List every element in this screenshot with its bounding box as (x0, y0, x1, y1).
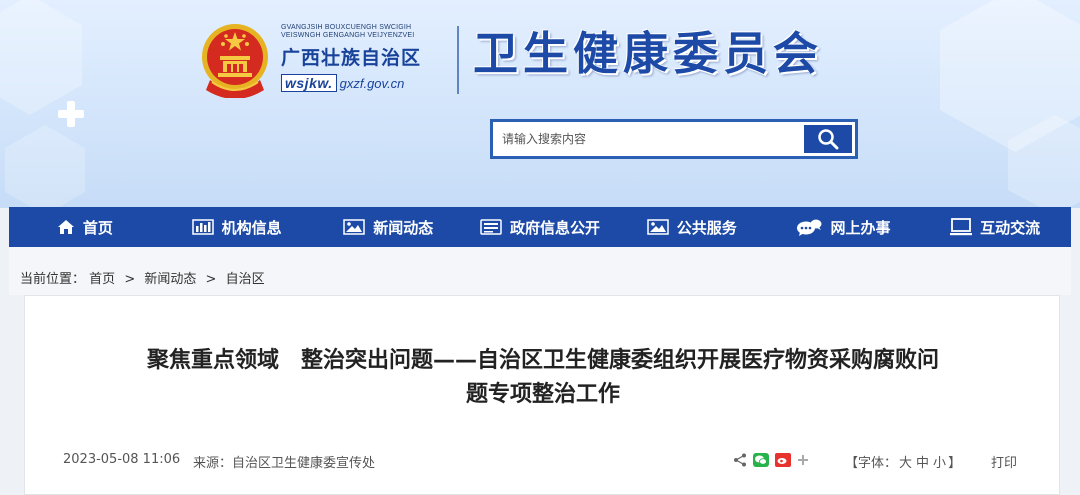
wechat-icon[interactable] (753, 453, 769, 467)
breadcrumb-home[interactable]: 首页 (89, 272, 115, 287)
nav-item-online-service[interactable]: 网上办事 (768, 207, 920, 247)
article-panel: 聚焦重点领域 整治突出问题——自治区卫生健康委组织开展医疗物资采购腐败问 题专项… (24, 295, 1060, 495)
article-meta: 2023-05-08 11:06 来源：自治区卫生健康委宣传处 【字体： 大 中… (63, 452, 1029, 471)
nav-item-label: 机构信息 (221, 218, 282, 237)
weibo-icon[interactable] (775, 453, 791, 467)
breadcrumb-separator: > (124, 272, 136, 287)
nav-item-label: 公共服务 (676, 218, 737, 237)
breadcrumb: 当前位置： 首页 > 新闻动态 > 自治区 (20, 268, 265, 287)
nav-item-interaction[interactable]: 互动交流 (919, 207, 1071, 247)
article-source: 来源：自治区卫生健康委宣传处 (193, 456, 376, 471)
font-size-prefix: 【字体： (845, 456, 898, 471)
monitor-icon (950, 218, 973, 236)
nav-item-label: 首页 (82, 218, 113, 237)
site-url-suffix: gxzf.gov.cn (339, 75, 405, 91)
article-date: 2023-05-08 11:06 (63, 452, 181, 467)
font-size-small[interactable]: 小 (933, 456, 946, 471)
image-icon (343, 219, 366, 235)
nav-item-label: 网上办事 (830, 218, 891, 237)
site-url-prefix: wsjkw. (281, 74, 337, 92)
search-box (490, 119, 858, 159)
home-icon (57, 220, 74, 234)
share-icon[interactable] (733, 453, 747, 467)
nav-item-label: 政府信息公开 (510, 218, 601, 237)
national-emblem-icon (202, 24, 268, 98)
font-size-large[interactable]: 大 (899, 456, 912, 471)
article-title: 聚焦重点领域 整治突出问题——自治区卫生健康委组织开展医疗物资采购腐败问 题专项… (25, 344, 1061, 412)
header-divider (457, 26, 459, 94)
nav-item-label: 互动交流 (980, 218, 1041, 237)
brand-title: 卫生健康委员会 (473, 27, 824, 80)
site-header: GVANGJSIH BOUXCUENGH SWCIGIH VEISWNGH GE… (0, 0, 1080, 208)
hexagon-decoration (1008, 115, 1080, 208)
image-icon (646, 219, 669, 235)
org-subtitle-line1: GVANGJSIH BOUXCUENGH SWCIGIH (281, 24, 412, 31)
article-title-line2: 题专项整治工作 (465, 382, 620, 407)
plus-decoration (58, 101, 84, 127)
breadcrumb-news[interactable]: 新闻动态 (144, 272, 196, 287)
print-button[interactable]: 打印 (991, 452, 1017, 471)
search-icon (818, 129, 839, 150)
nav-item-gov-info[interactable]: 政府信息公开 (464, 207, 616, 247)
plus-icon[interactable] (797, 454, 809, 466)
breadcrumb-prefix: 当前位置： (20, 272, 86, 287)
org-block: GVANGJSIH BOUXCUENGH SWCIGIH VEISWNGH GE… (281, 24, 451, 92)
bar-chart-icon (191, 219, 214, 235)
nav-item-institution[interactable]: 机构信息 (161, 207, 313, 247)
search-input[interactable] (493, 122, 804, 156)
org-name: 广西壮族自治区 (281, 47, 422, 69)
nav-item-home[interactable]: 首页 (9, 207, 161, 247)
org-subtitle-line2: VEISWNGH GENGANGH VEIJYENZVEI (281, 32, 415, 39)
breadcrumb-bar: 当前位置： 首页 > 新闻动态 > 自治区 (9, 247, 1071, 295)
breadcrumb-region[interactable]: 自治区 (226, 272, 265, 287)
share-bar (733, 453, 809, 467)
hexagon-decoration (5, 125, 85, 208)
font-size-medium[interactable]: 中 (916, 456, 929, 471)
site-url[interactable]: wsjkw. gxzf.gov.cn (281, 74, 451, 92)
document-icon (480, 219, 502, 235)
font-size-suffix: 】 (948, 456, 962, 471)
nav-item-label: 新闻动态 (373, 218, 434, 237)
chat-icon (797, 219, 822, 236)
search-button[interactable] (804, 125, 852, 153)
article-title-line1: 聚焦重点领域 整治突出问题——自治区卫生健康委组织开展医疗物资采购腐败问 (146, 348, 939, 373)
main-nav: 首页 机构信息 新闻动态 政府信息公开 公共服务 网上办事 互动交流 (9, 207, 1071, 247)
nav-item-public-service[interactable]: 公共服务 (616, 207, 768, 247)
breadcrumb-separator: > (205, 272, 217, 287)
nav-item-news[interactable]: 新闻动态 (312, 207, 464, 247)
font-size-control: 【字体：大中小】 (845, 452, 961, 471)
